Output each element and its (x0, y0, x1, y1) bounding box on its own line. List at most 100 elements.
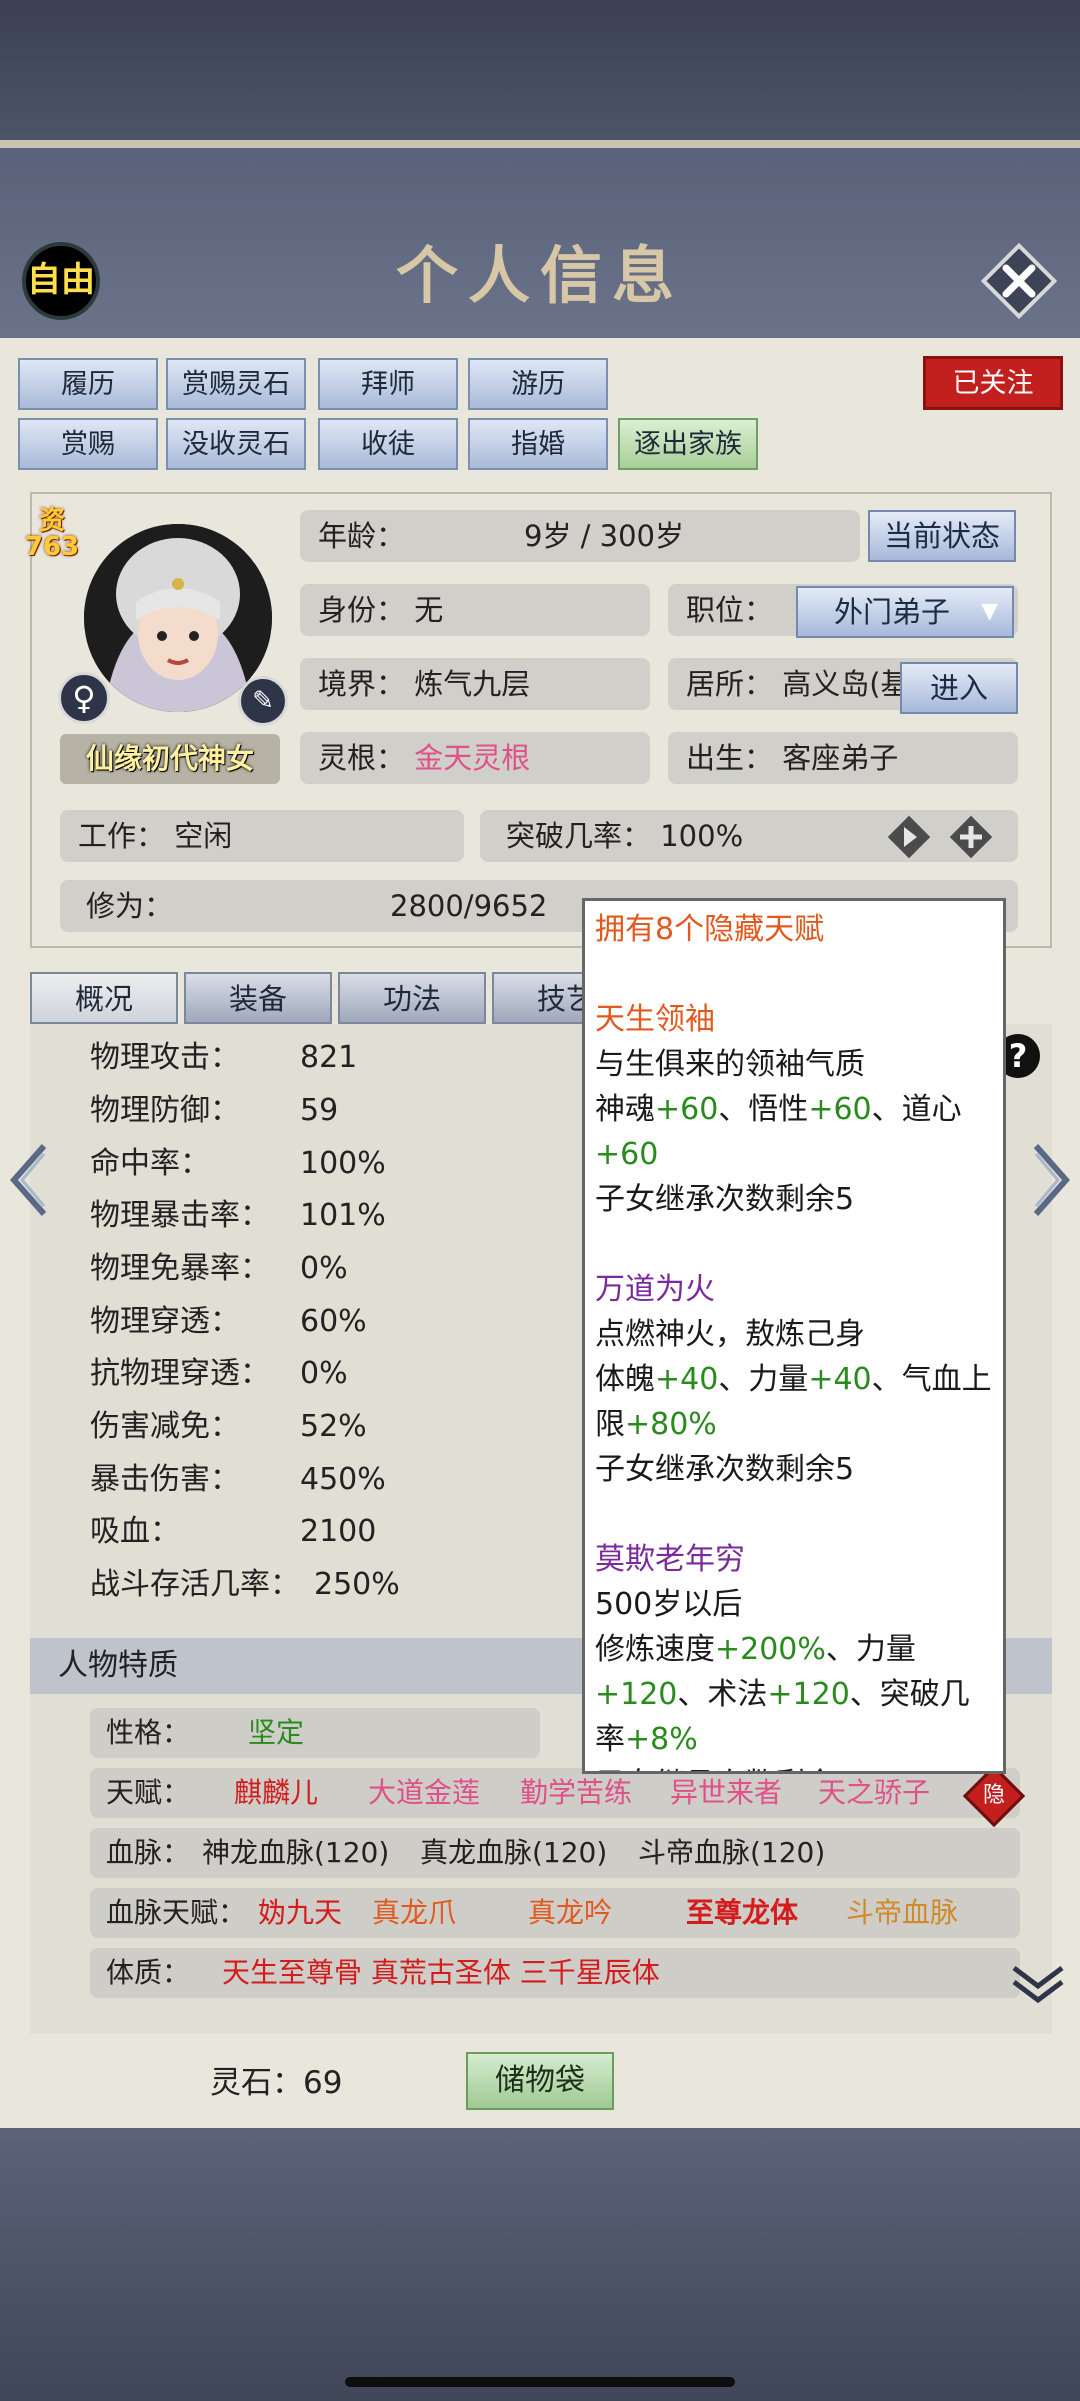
bloodline-label: 血脉： (106, 1836, 191, 1869)
become-disciple-button[interactable]: 拜师 (318, 358, 458, 410)
age-label: 年龄： (318, 519, 406, 553)
stat-label: 暴击伤害： (90, 1462, 240, 1497)
current-status-button[interactable]: 当前状态 (868, 510, 1016, 562)
chevron-down-icon: ▼ (981, 599, 998, 624)
bloodline-talent-row: 血脉天赋： 妫九天 真龙爪 真龙吟 至尊龙体 斗帝血脉 (90, 1888, 1020, 1938)
tooltip-talent-effects-cont: +120、术法+120、突破几 (595, 1677, 970, 1712)
identity-field: 身份： 无 (300, 584, 650, 636)
tooltip-talent-desc: 与生俱来的领袖气质 (595, 1047, 865, 1082)
stat-label: 伤害减免： (90, 1409, 240, 1444)
talent-item[interactable]: 天之骄子 (818, 1768, 930, 1818)
cultivation-value: 2800/9652 (390, 889, 548, 923)
chevron-right-icon (1033, 1144, 1071, 1216)
plus-icon (949, 815, 993, 859)
identity-label: 身份： (318, 593, 406, 627)
position-label: 职位： (686, 593, 774, 627)
stat-value: 52% (300, 1409, 367, 1444)
residence-value: 高义岛(基 (782, 667, 910, 701)
breakthrough-play-button[interactable] (884, 812, 934, 862)
reward-button[interactable]: 赏赐 (18, 418, 158, 470)
tooltip-talent-effects-cont: 限+80% (595, 1407, 717, 1442)
age-field: 年龄： 9岁 / 300岁 (300, 510, 860, 562)
edit-brush-icon[interactable]: ✎ (238, 676, 288, 726)
stat-label: 命中率： (90, 1146, 210, 1181)
bloodline-item: 斗帝血脉(120) (638, 1836, 826, 1869)
talent-row: 天赋： 麒麟儿 大道金莲 勤学苦练 异世来者 天之骄子 (90, 1768, 1020, 1818)
stat-value: 100% (300, 1146, 386, 1181)
talent-item[interactable]: 勤学苦练 (520, 1768, 632, 1818)
birth-value: 客座弟子 (782, 741, 899, 775)
stat-value: 2100 (300, 1514, 377, 1549)
bloodline-talent-item: 至尊龙体 (686, 1896, 799, 1929)
talent-item[interactable]: 异世来者 (670, 1768, 782, 1818)
title-badge[interactable]: 仙缘初代神女 (60, 734, 280, 784)
stat-label: 物理攻击： (90, 1040, 240, 1075)
spirit-root-value: 金天灵根 (414, 741, 531, 775)
previous-arrow[interactable] (6, 1140, 52, 1220)
top-trim (0, 140, 1080, 148)
age-value: 9岁 / 300岁 (524, 519, 685, 553)
storage-bag-button[interactable]: 储物袋 (466, 2052, 614, 2110)
expel-family-button[interactable]: 逐出家族 (618, 418, 758, 470)
page-title: 个人信息 (395, 243, 684, 311)
female-icon: ♀ (58, 672, 110, 724)
stat-value: 59 (300, 1093, 339, 1128)
tooltip-talent-desc: 点燃神火，敖炼己身 (595, 1317, 865, 1352)
tooltip-spacer (595, 952, 1003, 997)
tab-equipment[interactable]: 装备 (184, 972, 332, 1024)
tooltip-spacer (595, 1492, 1003, 1537)
bloodline-item: 真龙血脉(120) (420, 1836, 608, 1869)
bloodline-row: 血脉： 神龙血脉(120) 真龙血脉(120) 斗帝血脉(120) (90, 1828, 1020, 1878)
followed-button[interactable]: 已关注 (923, 356, 1063, 410)
realm-value: 炼气九层 (414, 667, 531, 701)
play-icon (887, 815, 931, 859)
travel-button[interactable]: 游历 (468, 358, 608, 410)
arrange-marriage-button[interactable]: 指婚 (468, 418, 608, 470)
enter-button[interactable]: 进入 (900, 662, 1018, 714)
tooltip-header: 拥有8个隐藏天赋 (595, 912, 825, 947)
talent-item[interactable]: 麒麟儿 (234, 1768, 318, 1818)
next-arrow[interactable] (1028, 1140, 1074, 1220)
expand-button[interactable] (1008, 1962, 1068, 2006)
accept-disciple-button[interactable]: 收徒 (318, 418, 458, 470)
bloodline-talent-item: 斗帝血脉 (846, 1896, 959, 1929)
tab-overview[interactable]: 概况 (30, 972, 178, 1024)
close-button[interactable] (978, 240, 1060, 322)
residence-label: 居所： (686, 667, 774, 701)
tooltip-talent-inherit: 子女继承次数剩余5 (595, 1452, 855, 1487)
breakthrough-value: 100% (660, 819, 744, 853)
stat-value: 0% (300, 1356, 348, 1391)
constitution-row: 体质： 天生至尊骨 真荒古圣体 三千星辰体 (90, 1948, 1020, 1998)
stat-value: 250% (314, 1567, 400, 1602)
stat-label: 物理防御： (90, 1093, 240, 1128)
stat-value: 101% (300, 1198, 386, 1233)
tooltip-talent-effects: 体魄+40、力量+40、气血上 (595, 1362, 992, 1397)
hidden-talent-label: 隐 (982, 1783, 1005, 1808)
talent-label: 天赋： (106, 1776, 191, 1809)
position-dropdown[interactable]: 外门弟子 ▼ (796, 586, 1014, 638)
resume-button[interactable]: 履历 (18, 358, 158, 410)
spirit-stone-count: 灵石：69 (210, 2065, 343, 2101)
stat-label: 战斗存活几率： (90, 1567, 300, 1602)
talent-item[interactable]: 大道金莲 (368, 1768, 480, 1818)
bloodline-talent-item: 妫九天 (258, 1896, 343, 1929)
stat-value: 0% (300, 1251, 348, 1286)
free-mode-button[interactable]: 自由 (22, 242, 100, 320)
tooltip-talent-desc: 500岁以后 (595, 1587, 743, 1622)
reward-stone-button[interactable]: 赏赐灵石 (166, 358, 306, 410)
spirit-root-field: 灵根： 金天灵根 (300, 732, 650, 784)
tooltip-talent-effects-cont: +60 (595, 1137, 659, 1172)
qualification-value: 763 (24, 532, 80, 562)
confiscate-stone-button[interactable]: 没收灵石 (166, 418, 306, 470)
position-value: 外门弟子 (834, 595, 951, 629)
tooltip-talent-inherit: 子女继承次数剩余5 (595, 1762, 1003, 1771)
bloodline-talent-label: 血脉天赋： (106, 1896, 247, 1929)
personality-label: 性格： (106, 1716, 191, 1749)
chevron-left-icon (9, 1144, 47, 1216)
realm-field: 境界： 炼气九层 (300, 658, 650, 710)
double-chevron-down-icon (1012, 1966, 1064, 2004)
constitution-label: 体质： (106, 1956, 191, 1989)
stat-label: 物理免暴率： (90, 1251, 270, 1286)
breakthrough-plus-button[interactable] (946, 812, 996, 862)
tab-techniques[interactable]: 功法 (338, 972, 486, 1024)
